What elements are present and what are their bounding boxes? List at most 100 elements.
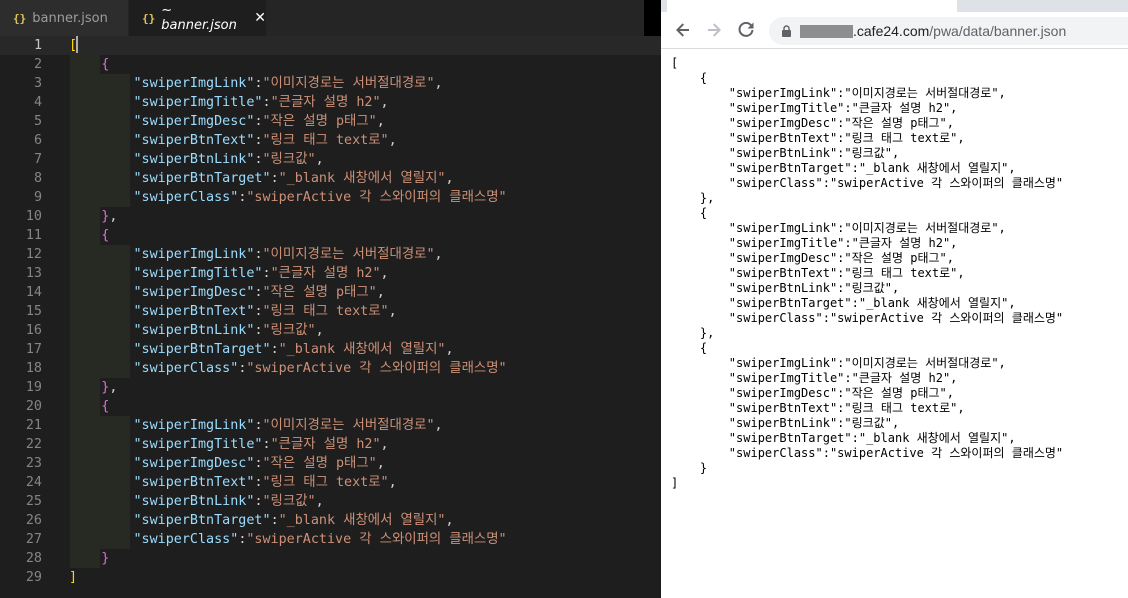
json-key: "swiperImgDesc" <box>133 456 255 471</box>
line-number: 23 <box>25 456 42 471</box>
json-key: "swiperImgDesc" <box>133 114 255 129</box>
json-key: "swiperBtnText" <box>133 133 255 148</box>
colon: : <box>254 304 263 319</box>
line-code: "swiperClass":"swiperActive 각 스와이퍼의 클래스명… <box>69 188 507 207</box>
line-code: "swiperImgDesc":"작은 설명 p태그", <box>69 283 385 302</box>
browser-tab[interactable] <box>667 0 957 12</box>
forward-button[interactable] <box>704 20 724 40</box>
forward-arrow-icon <box>708 23 721 37</box>
url-text: .cafe24.com/pwa/data/banner.json <box>853 23 1066 39</box>
code-line[interactable]: 18 "swiperClass":"swiperActive 각 스와이퍼의 클… <box>0 359 661 378</box>
colon: : <box>254 494 263 509</box>
json-value: "swiperActive 각 스와이퍼의 클래스명" <box>246 532 507 547</box>
comma: , <box>380 437 389 452</box>
code-line[interactable]: 1[ <box>0 36 661 55</box>
line-code: "swiperImgLink":"이미지경로는 서버절대경로", <box>69 74 443 93</box>
code-line[interactable]: 16 "swiperBtnLink":"링크값", <box>0 321 661 340</box>
line-number: 1 <box>33 38 42 53</box>
json-value: "링크 태그 text로" <box>262 475 389 490</box>
reload-button[interactable] <box>736 20 756 40</box>
json-key: "swiperBtnTarget" <box>133 171 271 186</box>
back-button[interactable] <box>673 20 693 40</box>
json-value: "작은 설명 p태그" <box>262 114 377 129</box>
line-number: 28 <box>25 551 42 566</box>
code-line[interactable]: 12 "swiperImgLink":"이미지경로는 서버절대경로", <box>0 245 661 264</box>
json-key: "swiperImgDesc" <box>133 285 255 300</box>
line-code: { <box>69 397 109 416</box>
tab-label: ~ banner.json <box>161 3 237 33</box>
open-brace: { <box>101 57 110 72</box>
code-line[interactable]: 14 "swiperImgDesc":"작은 설명 p태그", <box>0 283 661 302</box>
code-line[interactable]: 10 }, <box>0 207 661 226</box>
code-line[interactable]: 17 "swiperBtnTarget":"_blank 새창에서 열릴지", <box>0 340 661 359</box>
code-line[interactable]: 9 "swiperClass":"swiperActive 각 스와이퍼의 클래… <box>0 188 661 207</box>
comma: , <box>109 209 118 224</box>
code-line[interactable]: 20 { <box>0 397 661 416</box>
line-number: 25 <box>25 494 42 509</box>
code-line[interactable]: 23 "swiperImgDesc":"작은 설명 p태그", <box>0 454 661 473</box>
back-arrow-icon <box>676 23 689 37</box>
code-line[interactable]: 24 "swiperBtnText":"링크 태그 text로", <box>0 473 661 492</box>
json-key: "swiperBtnLink" <box>133 323 255 338</box>
line-number: 11 <box>25 228 42 243</box>
code-line[interactable]: 6 "swiperBtnText":"링크 태그 text로", <box>0 131 661 150</box>
tab-banner-json-active[interactable]: {} ~ banner.json ✕ <box>129 0 266 36</box>
line-number: 12 <box>25 247 42 262</box>
code-line[interactable]: 15 "swiperBtnText":"링크 태그 text로", <box>0 302 661 321</box>
code-line[interactable]: 3 "swiperImgLink":"이미지경로는 서버절대경로", <box>0 74 661 93</box>
code-line[interactable]: 22 "swiperImgTitle":"큰글자 설명 h2", <box>0 435 661 454</box>
json-key: "swiperBtnLink" <box>133 152 255 167</box>
tab-banner-json[interactable]: {} banner.json <box>0 0 129 36</box>
comma: , <box>315 494 324 509</box>
line-code: "swiperImgTitle":"큰글자 설명 h2", <box>69 435 389 454</box>
code-line[interactable]: 29] <box>0 568 661 587</box>
json-value: "작은 설명 p태그" <box>262 456 377 471</box>
close-icon[interactable]: ✕ <box>254 10 266 26</box>
line-code: "swiperBtnLink":"링크값", <box>69 492 324 511</box>
json-value: "swiperActive 각 스와이퍼의 클래스명" <box>246 190 507 205</box>
code-line[interactable]: 7 "swiperBtnLink":"링크값", <box>0 150 661 169</box>
comma: , <box>434 418 443 433</box>
json-file-icon: {} <box>142 11 156 25</box>
line-number: 27 <box>25 532 42 547</box>
json-key: "swiperClass" <box>133 361 239 376</box>
code-line[interactable]: 26 "swiperBtnTarget":"_blank 새창에서 열릴지", <box>0 511 661 530</box>
line-code: "swiperImgTitle":"큰글자 설명 h2", <box>69 264 389 283</box>
comma: , <box>434 76 443 91</box>
colon: : <box>254 323 263 338</box>
json-key: "swiperImgTitle" <box>133 266 263 281</box>
line-code: "swiperImgDesc":"작은 설명 p태그", <box>69 454 385 473</box>
code-line[interactable]: 27 "swiperClass":"swiperActive 각 스와이퍼의 클… <box>0 530 661 549</box>
code-line[interactable]: 19 }, <box>0 378 661 397</box>
comma: , <box>388 304 397 319</box>
tab-bar-empty <box>644 0 661 36</box>
line-code: { <box>69 55 109 74</box>
close-brace: } <box>101 551 110 566</box>
json-value: "_blank 새창에서 열릴지" <box>278 513 446 528</box>
address-bar[interactable]: .cafe24.com/pwa/data/banner.json <box>769 17 1128 45</box>
code-line[interactable]: 21 "swiperImgLink":"이미지경로는 서버절대경로", <box>0 416 661 435</box>
code-line[interactable]: 2 { <box>0 55 661 74</box>
colon: : <box>254 152 263 167</box>
browser-window: .cafe24.com/pwa/data/banner.json [ { "sw… <box>661 0 1128 598</box>
code-line[interactable]: 8 "swiperBtnTarget":"_blank 새창에서 열릴지", <box>0 169 661 188</box>
tab-label: banner.json <box>32 10 108 26</box>
line-number: 5 <box>33 114 42 129</box>
code-line[interactable]: 25 "swiperBtnLink":"링크값", <box>0 492 661 511</box>
line-code: "swiperBtnTarget":"_blank 새창에서 열릴지", <box>69 169 454 188</box>
code-line[interactable]: 5 "swiperImgDesc":"작은 설명 p태그", <box>0 112 661 131</box>
code-line[interactable]: 11 { <box>0 226 661 245</box>
code-line[interactable]: 13 "swiperImgTitle":"큰글자 설명 h2", <box>0 264 661 283</box>
reload-icon <box>738 22 754 37</box>
json-key: "swiperBtnLink" <box>133 494 255 509</box>
line-number: 14 <box>25 285 42 300</box>
line-number: 8 <box>33 171 42 186</box>
json-key: "swiperClass" <box>133 190 239 205</box>
line-code: "swiperBtnTarget":"_blank 새창에서 열릴지", <box>69 511 454 530</box>
code-area[interactable]: 1[2 {3 "swiperImgLink":"이미지경로는 서버절대경로", 4… <box>0 36 661 598</box>
line-code: }, <box>69 378 117 397</box>
code-line[interactable]: 28 } <box>0 549 661 568</box>
code-line[interactable]: 4 "swiperImgTitle":"큰글자 설명 h2", <box>0 93 661 112</box>
json-value: "큰글자 설명 h2" <box>270 437 381 452</box>
line-code: }, <box>69 207 117 226</box>
